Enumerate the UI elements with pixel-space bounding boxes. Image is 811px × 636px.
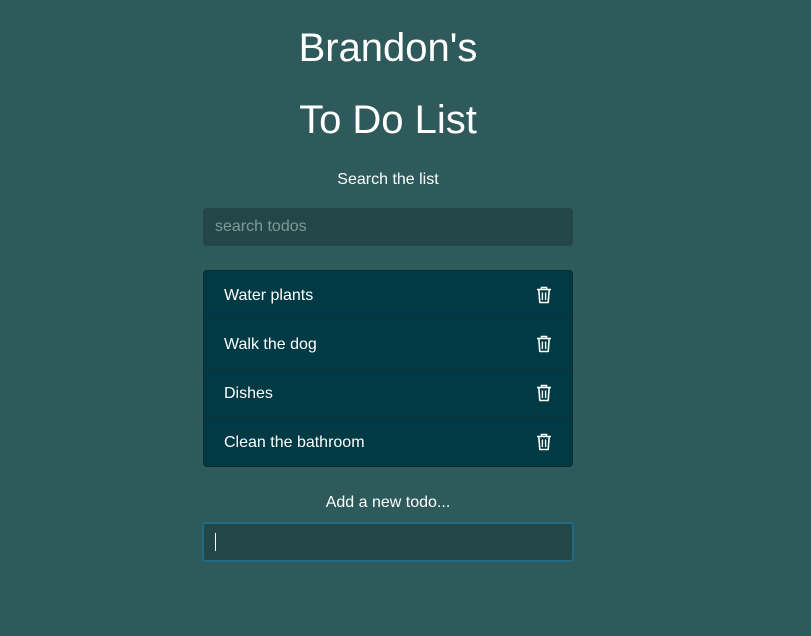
text-cursor <box>215 533 216 551</box>
page-title-line1: Brandon's <box>298 26 478 70</box>
todo-text: Water plants <box>224 286 314 304</box>
todo-text: Clean the bathroom <box>224 433 365 451</box>
todo-text: Dishes <box>224 384 273 402</box>
todo-list: Water plants Walk the dog Dishes Clean t… <box>203 270 573 467</box>
page-title-line2: To Do List <box>299 98 477 142</box>
trash-icon[interactable] <box>536 335 552 353</box>
trash-icon[interactable] <box>536 433 552 451</box>
list-item: Water plants <box>204 271 572 319</box>
add-todo-input[interactable] <box>202 522 574 562</box>
list-item: Walk the dog <box>204 319 572 368</box>
list-item: Clean the bathroom <box>204 417 572 466</box>
search-label: Search the list <box>337 171 439 188</box>
search-input[interactable] <box>203 208 573 246</box>
todo-app: Brandon's To Do List Search the list Wat… <box>0 0 811 636</box>
trash-icon[interactable] <box>536 286 552 304</box>
todo-text: Walk the dog <box>224 335 317 353</box>
trash-icon[interactable] <box>536 384 552 402</box>
list-item: Dishes <box>204 368 572 417</box>
add-todo-label: Add a new todo... <box>325 494 451 511</box>
